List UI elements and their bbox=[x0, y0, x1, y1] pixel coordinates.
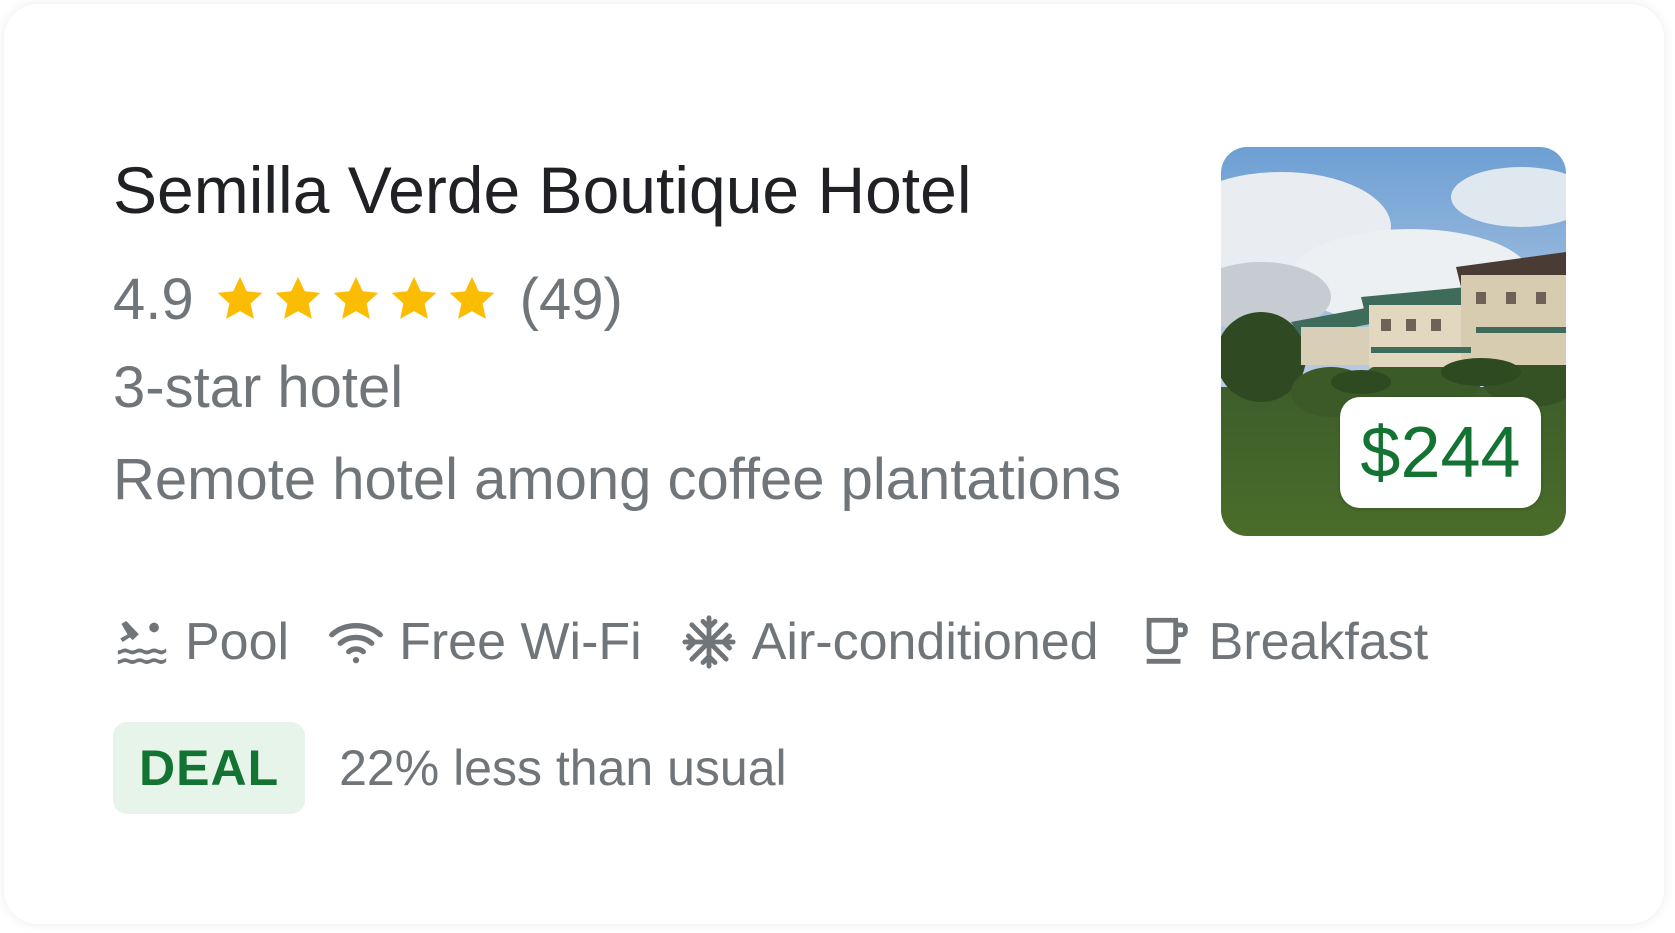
amenity-wifi: Free Wi-Fi bbox=[327, 612, 642, 672]
rating-value: 4.9 bbox=[113, 266, 194, 332]
hotel-card[interactable]: Semilla Verde Boutique Hotel 4.9 (49) 3-… bbox=[4, 4, 1664, 924]
amenity-label: Free Wi-Fi bbox=[399, 613, 642, 671]
amenity-air-conditioning: Air-conditioned bbox=[680, 612, 1099, 672]
amenity-label: Breakfast bbox=[1208, 613, 1429, 671]
star-icon bbox=[333, 276, 378, 319]
deal-badge: DEAL bbox=[113, 722, 306, 814]
hotel-description: Remote hotel among coffee plantations bbox=[113, 447, 1122, 512]
amenity-label: Pool bbox=[185, 613, 290, 671]
snowflake-icon bbox=[682, 615, 736, 669]
amenity-pool: Pool bbox=[113, 612, 289, 672]
wifi-icon bbox=[329, 623, 383, 664]
amenities-list: Pool Free Wi-Fi Air-conditioned Breakfas… bbox=[113, 609, 1466, 675]
star-icon bbox=[217, 276, 262, 319]
coffee-cup-icon bbox=[1146, 617, 1188, 664]
star-icon bbox=[449, 276, 494, 319]
star-rating bbox=[214, 273, 504, 325]
amenity-label: Air-conditioned bbox=[751, 613, 1099, 671]
hotel-name[interactable]: Semilla Verde Boutique Hotel bbox=[113, 152, 972, 228]
deal-row: DEAL 22% less than usual bbox=[113, 722, 787, 814]
hotel-class: 3-star hotel bbox=[113, 355, 404, 420]
star-icon bbox=[275, 276, 320, 319]
pool-icon bbox=[117, 620, 167, 664]
price-tag: $244 bbox=[1340, 397, 1541, 508]
rating-row: 4.9 (49) bbox=[113, 264, 623, 334]
deal-text: 22% less than usual bbox=[339, 740, 787, 796]
amenity-breakfast: Breakfast bbox=[1137, 612, 1429, 672]
star-icon bbox=[391, 276, 436, 319]
review-count[interactable]: (49) bbox=[520, 266, 623, 333]
